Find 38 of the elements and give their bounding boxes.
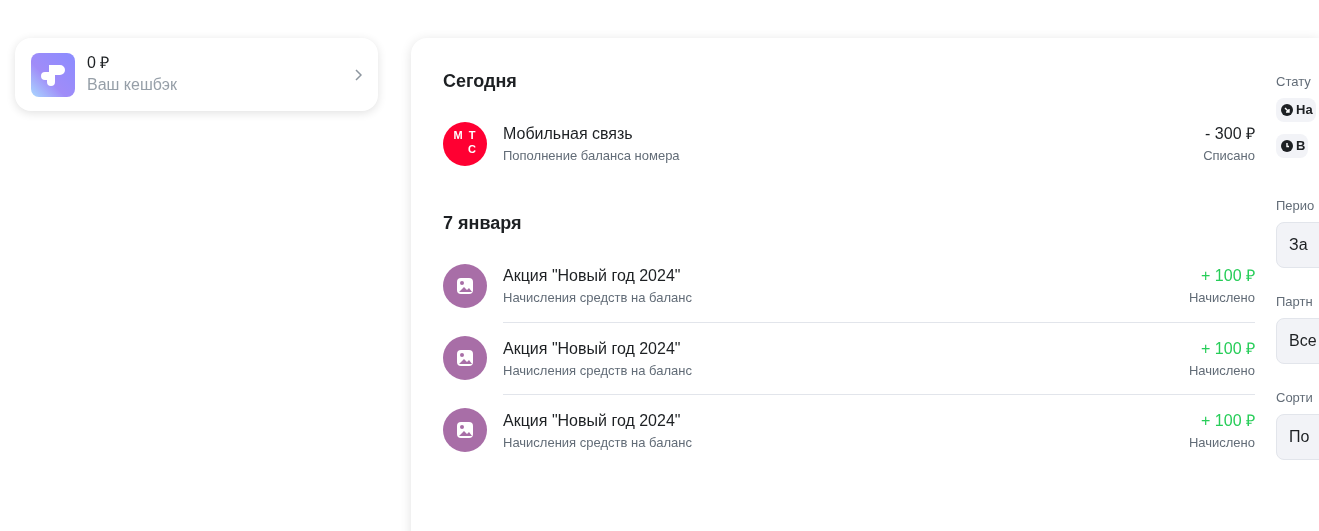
date-heading: Сегодня bbox=[443, 70, 518, 93]
transaction-title: Акция "Новый год 2024" bbox=[503, 410, 682, 431]
cashback-amount: 0 ₽ bbox=[87, 52, 111, 73]
transaction-amount: + 100 ₽ bbox=[1201, 266, 1255, 286]
transaction-description: Начисления средств на баланс bbox=[503, 361, 693, 380]
transaction-description: Начисления средств на баланс bbox=[503, 289, 693, 307]
image-icon bbox=[443, 264, 487, 308]
image-icon bbox=[443, 408, 487, 452]
cashback-card[interactable]: 0 ₽ Ваш кешбэк bbox=[15, 38, 378, 111]
cashback-label: Ваш кешбэк bbox=[87, 74, 178, 95]
filter-select[interactable]: За bbox=[1276, 222, 1319, 268]
clock-icon bbox=[1281, 140, 1293, 152]
transaction-status: Начислено bbox=[1188, 289, 1255, 307]
transaction-description: Пополнение баланса номера bbox=[503, 147, 681, 165]
transaction-description: Начисления средств на баланс bbox=[503, 433, 693, 452]
operator-logo-icon: М Т С bbox=[443, 122, 487, 166]
filter-label: Партн bbox=[1276, 293, 1314, 311]
chevron-right-icon bbox=[354, 68, 362, 81]
arrow-circle-icon bbox=[1281, 104, 1293, 116]
status-chip[interactable]: На bbox=[1276, 98, 1316, 122]
filter-label: Сорти bbox=[1276, 389, 1314, 407]
cashback-logo-icon bbox=[31, 52, 75, 97]
transaction-status: Начислено bbox=[1188, 433, 1255, 452]
transaction-status: Начислено bbox=[1188, 361, 1255, 380]
filter-select[interactable]: Все bbox=[1276, 318, 1319, 364]
transaction-amount: - 300 ₽ bbox=[1205, 124, 1255, 144]
filter-select[interactable]: По bbox=[1276, 414, 1319, 460]
transaction-title: Акция "Новый год 2024" bbox=[503, 338, 682, 359]
filter-label: Перио bbox=[1276, 197, 1315, 215]
date-heading: 7 января bbox=[443, 212, 523, 235]
transaction-amount: + 100 ₽ bbox=[1201, 410, 1255, 431]
image-icon bbox=[443, 336, 487, 380]
transaction-title: Мобильная связь bbox=[503, 124, 634, 144]
transaction-title: Акция "Новый год 2024" bbox=[503, 266, 682, 286]
status-chip[interactable]: В bbox=[1276, 134, 1309, 158]
filter-label: Стату bbox=[1276, 73, 1312, 91]
transaction-amount: + 100 ₽ bbox=[1201, 338, 1255, 359]
transaction-status: Списано bbox=[1203, 147, 1255, 165]
